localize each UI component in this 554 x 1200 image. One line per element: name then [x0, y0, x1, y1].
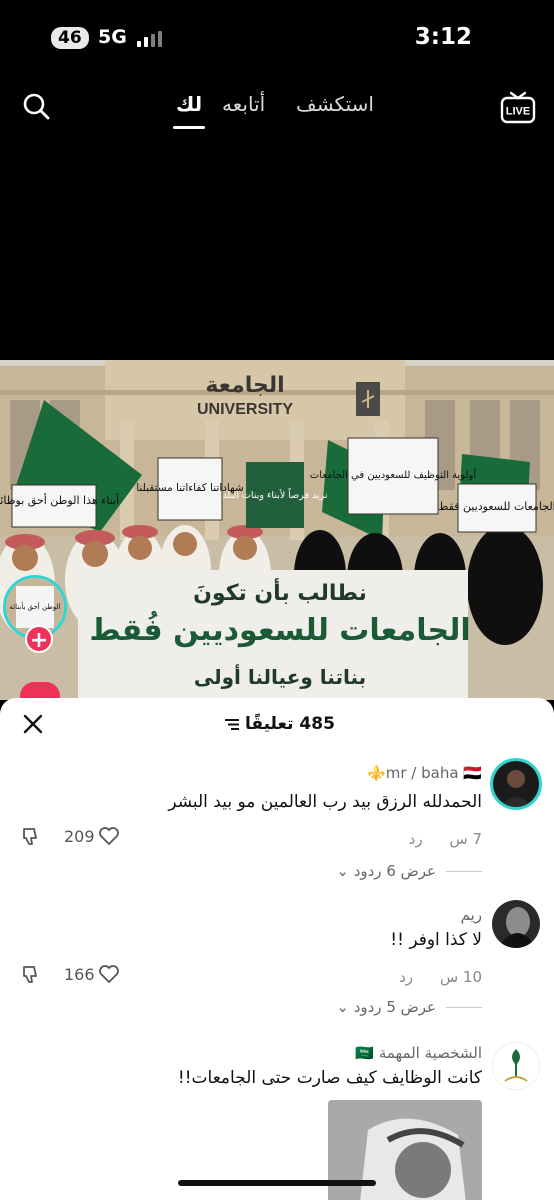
live-label: LIVE — [506, 106, 530, 118]
building-label-en: UNIVERSITY — [197, 401, 293, 418]
comment-text: الحمدلله الرزق بيد رب العالمين مو بيد ال… — [168, 792, 482, 812]
commenter-avatar[interactable] — [492, 900, 540, 948]
view-replies-button[interactable]: عرض 5 ردود ⌄ — [336, 998, 482, 1016]
tab-explore[interactable]: استكشف — [296, 92, 374, 116]
clock: 3:12 — [414, 24, 472, 50]
dislike-icon[interactable] — [22, 964, 42, 984]
comments-sheet: 485 تعليقًا mr / baha 🇾🇪⚜️ الحمدلله الرز… — [0, 698, 554, 1200]
search-icon[interactable] — [22, 92, 50, 120]
comment-item: ريم لا كذا اوفر !! 10 س رد 166 عرض 5 ردو… — [0, 896, 554, 1026]
commenter-username[interactable]: الشخصية المهمة 🇸🇦 — [355, 1044, 482, 1062]
sort-icon[interactable] — [225, 718, 240, 730]
comment-age: 10 س — [439, 968, 482, 986]
comment-count-label: تعليقًا — [245, 714, 294, 734]
signal-bars-icon — [137, 31, 163, 47]
commenter-avatar[interactable] — [490, 758, 542, 810]
building-label-ar: الجامعة — [205, 373, 284, 398]
sign-opportunities: نريد فرصاً لأبناء وبنات البلد — [222, 488, 327, 501]
reply-button[interactable]: رد — [399, 968, 413, 986]
comment-text: كانت الوظايف كيف صارت حتى الجامعات!! — [177, 1068, 482, 1088]
like-count: 166 — [64, 965, 95, 984]
reply-button[interactable]: رد — [409, 830, 423, 848]
comment-age: 7 س — [449, 830, 482, 848]
follow-plus-button[interactable]: + — [25, 625, 53, 653]
heart-icon[interactable] — [98, 826, 120, 846]
sign-priority: أولوية التوظيف للسعوديين في الجامعات — [310, 468, 476, 481]
comment-meta: 7 س رد — [409, 830, 482, 848]
video-frame[interactable]: الجامعة UNIVERSITY أبناء هذا الوطن أحق ب… — [0, 360, 554, 700]
like-count: 209 — [64, 827, 95, 846]
comments-header: 485 تعليقًا — [0, 714, 554, 734]
commenter-username[interactable]: mr / baha 🇾🇪⚜️ — [367, 764, 482, 782]
status-bar: 46 5G 3:12 — [0, 0, 554, 72]
commenter-username[interactable]: ريم — [461, 906, 482, 924]
tab-following[interactable]: أتابعه — [222, 92, 265, 116]
avatar-sign-text: الوطن أحق بأبنائه — [9, 601, 60, 611]
comment-meta: 10 س رد — [399, 968, 482, 986]
protest-photo: الجامعة UNIVERSITY أبناء هذا الوطن أحق ب… — [0, 360, 554, 700]
home-indicator — [178, 1180, 376, 1186]
network-type: 5G — [98, 26, 127, 48]
view-replies-button[interactable]: عرض 6 ردود ⌄ — [336, 862, 482, 880]
sign-left: أبناء هذا الوطن أحق بوظائفه — [0, 493, 119, 508]
active-tab-indicator — [173, 126, 205, 129]
comment-count: 485 — [299, 714, 335, 734]
banner-line-2: الجامعات للسعوديين فُقط — [89, 610, 470, 648]
sign-universities: الجامعات للسعوديين فقط — [438, 500, 554, 513]
commenter-avatar[interactable] — [492, 1042, 540, 1090]
comment-text: لا كذا اوفر !! — [390, 930, 482, 950]
banner-line-1: نطالب بأن تكونَ — [193, 577, 367, 606]
top-navigation: استكشف أتابعه لك LIVE — [0, 82, 554, 132]
tab-for-you[interactable]: لك — [176, 92, 202, 116]
dislike-icon[interactable] — [22, 826, 42, 846]
signal-badge: 46 — [51, 27, 89, 49]
banner-line-3: بناتنا وعيالنا أولى — [194, 663, 366, 689]
heart-icon[interactable] — [98, 964, 120, 984]
live-icon[interactable]: LIVE — [500, 89, 536, 125]
comment-item: mr / baha 🇾🇪⚜️ الحمدلله الرزق بيد رب الع… — [0, 754, 554, 884]
